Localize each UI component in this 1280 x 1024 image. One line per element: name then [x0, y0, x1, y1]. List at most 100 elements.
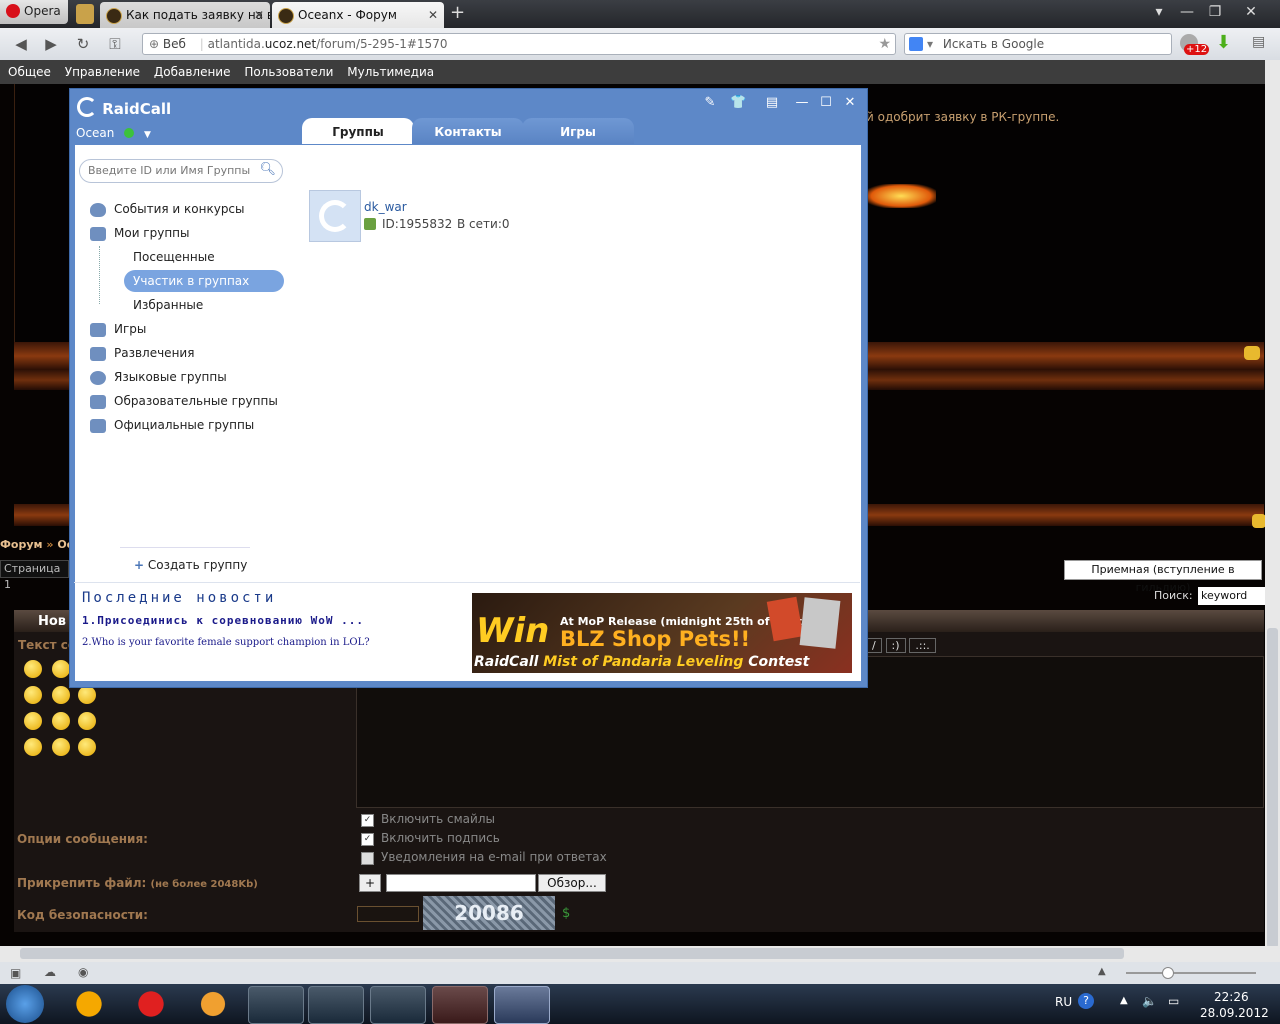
smiley-icon[interactable]: [24, 660, 42, 678]
google-search-field[interactable]: ▾ Искать в Google: [904, 33, 1172, 55]
minimize-icon[interactable]: —: [1172, 2, 1202, 22]
menu-education-groups[interactable]: Образовательные группы: [90, 391, 278, 411]
email-checkbox[interactable]: [361, 852, 374, 865]
smiley-icon[interactable]: [24, 712, 42, 730]
taskbar-explorer-icon[interactable]: [308, 986, 364, 1024]
scroll-thumb[interactable]: [1267, 628, 1278, 948]
taskbar-eye-app-icon[interactable]: [188, 986, 238, 1022]
windows-start-button[interactable]: [6, 985, 44, 1023]
new-tab-button[interactable]: +: [450, 2, 465, 23]
taskbar-clock-app-icon[interactable]: [126, 986, 176, 1022]
toolbar-smile-button[interactable]: :): [885, 638, 906, 653]
tab-how-to-apply[interactable]: Как подать заявку на в... ✕: [100, 2, 270, 28]
submenu-visited[interactable]: Посещенные: [124, 246, 284, 268]
chat-bubble-icon[interactable]: [1244, 346, 1260, 360]
menu-language-groups[interactable]: Языковые группы: [90, 367, 227, 387]
smiley-icon[interactable]: [52, 712, 70, 730]
address-field[interactable]: ⊕ Веб | atlantida.ucoz.net/forum/5-295-1…: [142, 33, 896, 55]
user-status[interactable]: Ocean ▼: [76, 126, 151, 140]
scroll-thumb[interactable]: [20, 948, 1124, 959]
refresh-captcha-icon[interactable]: $: [562, 906, 570, 921]
attach-add-button[interactable]: +: [359, 874, 381, 892]
attach-file-input[interactable]: [386, 874, 536, 892]
network-icon[interactable]: ▭: [1168, 994, 1179, 1008]
taskbar-aimp-icon[interactable]: [64, 986, 114, 1022]
speed-dial-icon[interactable]: [76, 4, 94, 24]
menu-icon[interactable]: ▤: [764, 96, 780, 110]
smiley-icon[interactable]: [78, 712, 96, 730]
smiley-icon[interactable]: [52, 686, 70, 704]
toolbar-italic-button[interactable]: /: [866, 638, 882, 653]
key-icon[interactable]: ⚿: [104, 34, 126, 54]
menu-general[interactable]: Общее: [4, 65, 51, 79]
menu-management[interactable]: Управление: [61, 65, 140, 79]
menu-events[interactable]: События и конкурсы: [90, 199, 245, 219]
security-code-input[interactable]: [357, 906, 419, 922]
submenu-member-groups[interactable]: Участик в группах: [124, 270, 284, 292]
chat-bubble-icon[interactable]: [1252, 514, 1266, 528]
clock-date[interactable]: 28.09.2012: [1200, 1006, 1269, 1020]
menu-users[interactable]: Пользователи: [240, 65, 333, 79]
turbo-icon[interactable]: ◉: [78, 965, 88, 979]
restore-icon[interactable]: ❐: [1200, 2, 1230, 22]
toolbar-more-button[interactable]: .::.: [909, 638, 936, 653]
help-icon[interactable]: ?: [1078, 993, 1094, 1009]
forum-search-input[interactable]: keyword: [1198, 587, 1265, 605]
tab-list-icon[interactable]: ▾: [1144, 2, 1174, 22]
edit-icon[interactable]: ✎: [702, 96, 718, 110]
tab-groups[interactable]: Группы: [302, 118, 414, 144]
smiley-icon[interactable]: [24, 686, 42, 704]
language-indicator[interactable]: RU: [1055, 995, 1072, 1009]
signature-checkbox[interactable]: ✓: [361, 833, 374, 846]
forward-icon[interactable]: ▶: [40, 34, 62, 54]
news-item[interactable]: 2.Who is your favorite female support ch…: [82, 637, 370, 648]
create-group-button[interactable]: + Создать группу: [134, 558, 247, 572]
view-icon[interactable]: ▲: [1098, 966, 1106, 977]
smiley-icon[interactable]: [52, 660, 70, 678]
menu-games[interactable]: Игры: [90, 319, 146, 339]
search-icon[interactable]: 🔍︎: [259, 162, 276, 177]
minimize-icon[interactable]: —: [794, 96, 810, 110]
vertical-scrollbar[interactable]: [1265, 60, 1280, 948]
submenu-favorites[interactable]: Избранные: [124, 294, 284, 316]
group-search-input[interactable]: Введите ID или Имя Группы 🔍︎: [79, 159, 283, 183]
group-card[interactable]: dk_war ID:1955832 В сети:0: [309, 190, 609, 242]
menu-my-groups[interactable]: Мои группы: [90, 223, 190, 243]
chevron-down-icon[interactable]: ▼: [144, 130, 151, 140]
promo-banner[interactable]: At MoP Release (midnight 25th of Sept) W…: [472, 593, 852, 673]
taskbar-opera-icon[interactable]: [432, 986, 488, 1024]
back-icon[interactable]: ◀: [10, 34, 32, 54]
smiley-icon[interactable]: [24, 738, 42, 756]
reception-button[interactable]: Приемная (вступление в гильдию): [1064, 560, 1262, 594]
tab-oceanx-forum[interactable]: Oceanx - Форум ✕: [272, 2, 444, 28]
zoom-slider[interactable]: [1126, 967, 1256, 979]
tab-close-icon[interactable]: ✕: [428, 2, 438, 28]
breadcrumb-forum-link[interactable]: Форум: [0, 538, 43, 551]
news-item[interactable]: 1.Присоединись к соревнованию WoW ...: [82, 614, 364, 627]
reload-icon[interactable]: ↻: [72, 34, 94, 54]
skin-shirt-icon[interactable]: 👕: [730, 96, 746, 110]
close-icon[interactable]: ✕: [842, 96, 858, 110]
smiles-checkbox[interactable]: ✓: [361, 814, 374, 827]
menu-official-groups[interactable]: Официальные группы: [90, 415, 254, 435]
tray-expand-icon[interactable]: ▲: [1120, 995, 1128, 1006]
taskbar-raidcall-icon[interactable]: [494, 986, 550, 1024]
close-window-icon[interactable]: ✕: [1236, 2, 1266, 22]
bookmark-star-icon[interactable]: ★: [878, 34, 891, 54]
menu-entertainment[interactable]: Развлечения: [90, 343, 194, 363]
smiley-icon[interactable]: [78, 686, 96, 704]
opera-menu-button[interactable]: Opera: [0, 0, 68, 24]
panel-toggle-icon[interactable]: ▤: [1252, 34, 1265, 50]
menu-add[interactable]: Добавление: [150, 65, 231, 79]
zoom-slider-knob[interactable]: [1162, 967, 1174, 979]
smiley-icon[interactable]: [52, 738, 70, 756]
clock-time[interactable]: 22:26: [1214, 990, 1249, 1004]
tab-games[interactable]: Игры: [522, 118, 634, 144]
taskbar-document-icon[interactable]: [370, 986, 426, 1024]
smiley-icon[interactable]: [78, 738, 96, 756]
maximize-icon[interactable]: ☐: [818, 96, 834, 110]
download-icon[interactable]: ⬇: [1216, 32, 1231, 53]
tab-close-icon[interactable]: ✕: [254, 2, 264, 28]
cloud-icon[interactable]: ☁: [44, 965, 56, 979]
browse-button[interactable]: Обзор...: [538, 874, 606, 892]
